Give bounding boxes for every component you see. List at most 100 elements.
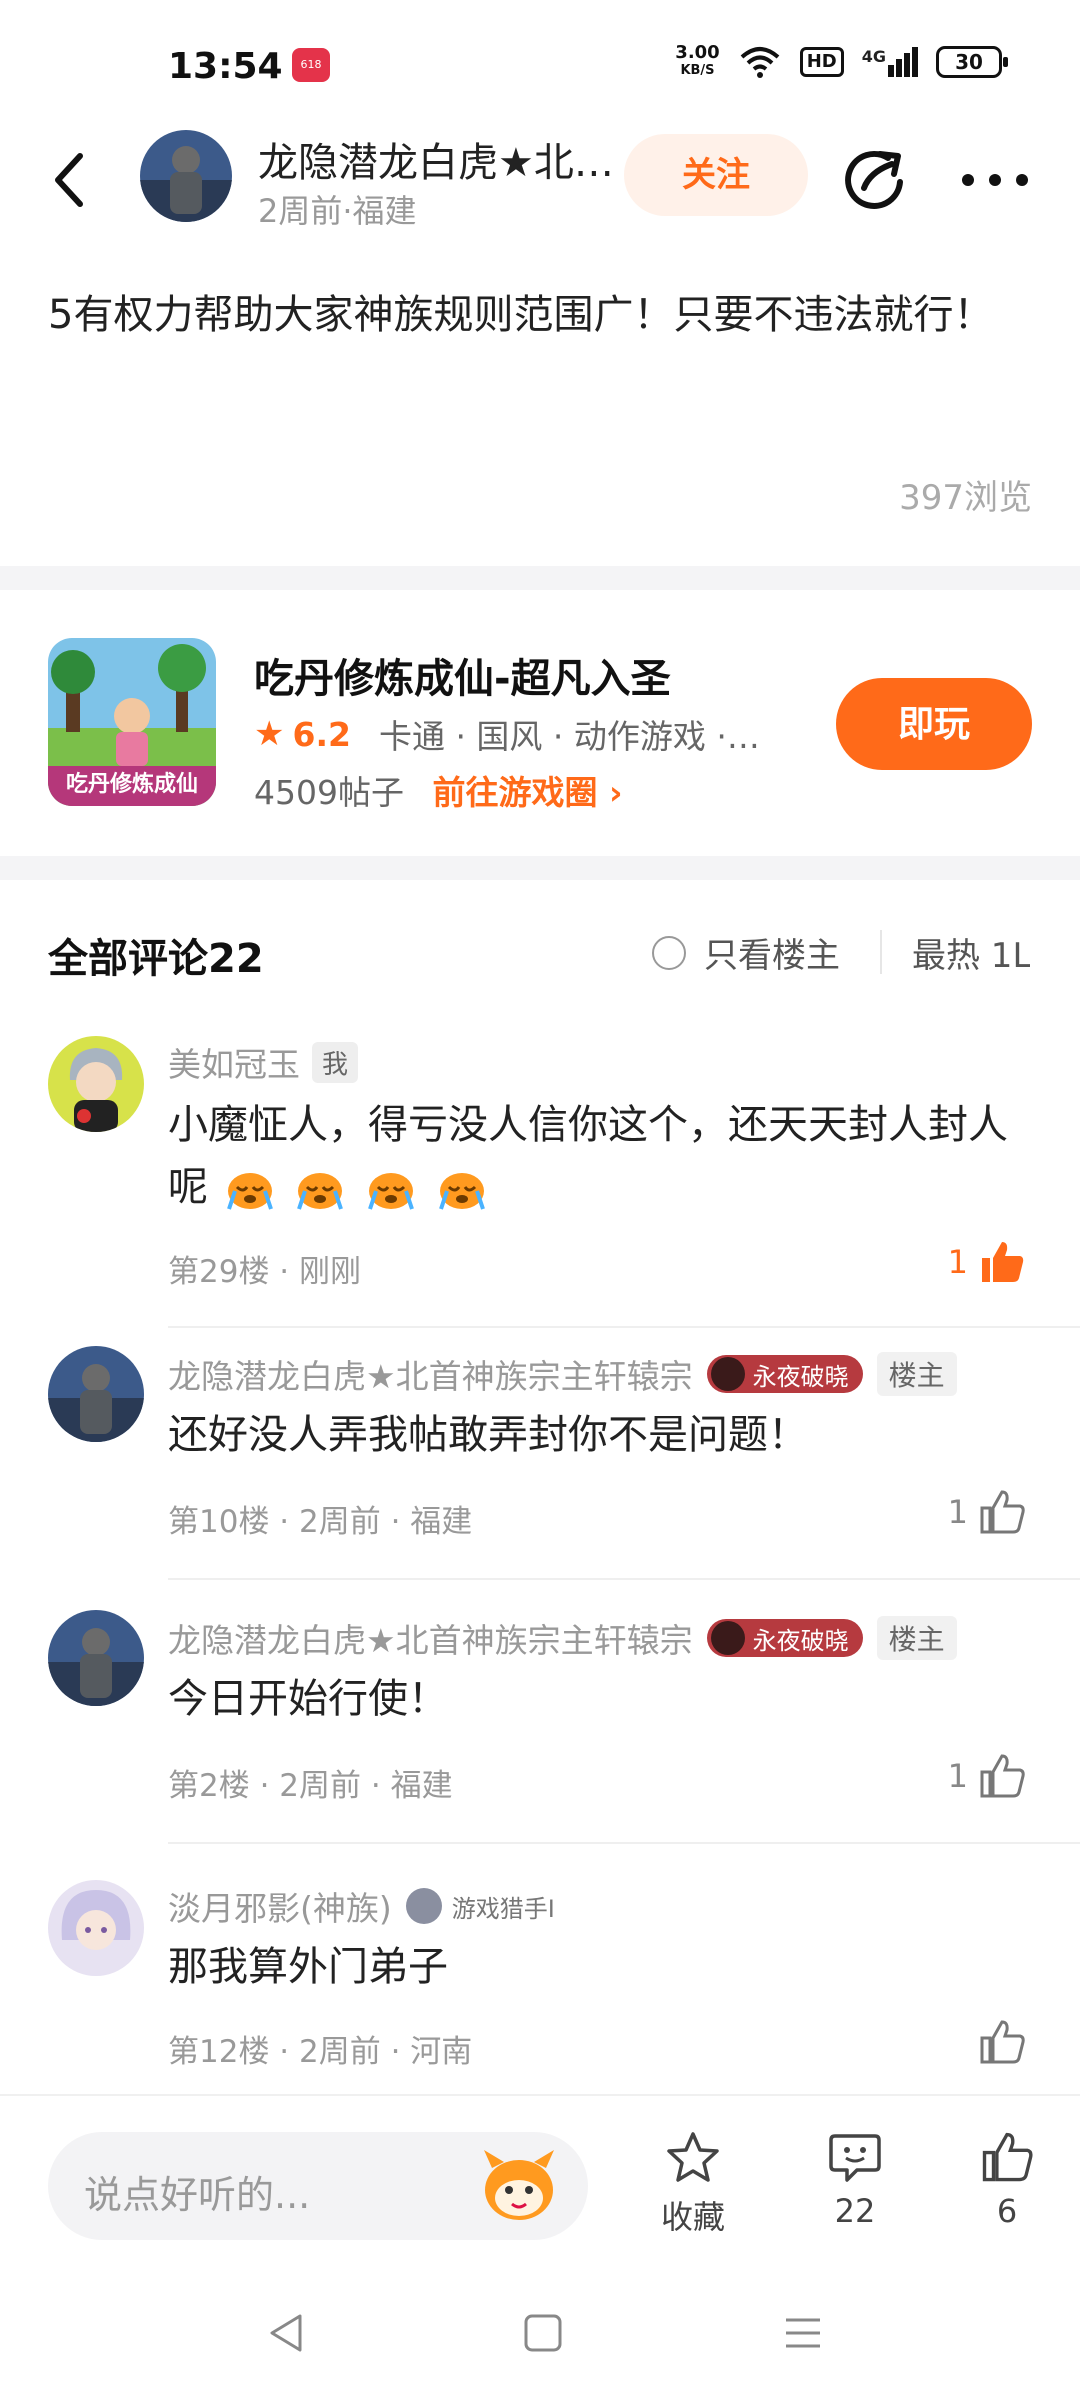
app-notification-icon: 618 bbox=[292, 48, 330, 82]
comment-count-button[interactable]: 22 bbox=[800, 2130, 910, 2230]
rank-emblem-icon bbox=[405, 1888, 442, 1924]
commenter-name[interactable]: 龙隐潜龙白虎★北首神族宗主轩辕宗 bbox=[168, 1614, 693, 1662]
status-time: 13:54 bbox=[168, 46, 283, 87]
comment-text: 那我算外门弟子 bbox=[168, 1944, 448, 1990]
nav-back-icon[interactable] bbox=[262, 2308, 312, 2358]
comment-item: 龙隐潜龙白虎★北首神族宗主轩辕宗 永夜破晓 楼主 今日开始行使！ 第2楼 · 2… bbox=[0, 1592, 1080, 1844]
share-icon[interactable] bbox=[842, 148, 908, 210]
commenter-name[interactable]: 龙隐潜龙白虎★北首神族宗主轩辕宗 bbox=[168, 1350, 693, 1398]
comment-item: 龙隐潜龙白虎★北首神族宗主轩辕宗 永夜破晓 楼主 还好没人弄我帖敢弄封你不是问题… bbox=[0, 1328, 1080, 1580]
chevron-right-icon: › bbox=[608, 773, 623, 812]
nav-menu-icon[interactable] bbox=[778, 2308, 828, 2358]
network-speed: 3.00 KB/S bbox=[675, 44, 719, 80]
author-name[interactable]: 龙隐潜龙白虎★北… bbox=[258, 130, 614, 188]
only-op-label: 只看楼主 bbox=[704, 936, 840, 976]
network-speed-value: 3.00 bbox=[675, 42, 720, 63]
comment-text: 小魔怔人，得亏没人信你这个，还天天封人封人呢 bbox=[168, 1094, 1028, 1218]
comment-like-button[interactable]: 1 bbox=[948, 1238, 1026, 1286]
comment-like-count: 1 bbox=[947, 1493, 968, 1531]
star-icon: ★ bbox=[254, 714, 285, 754]
game-icon[interactable]: 吃丹修炼成仙 bbox=[48, 638, 216, 806]
thumbs-up-icon bbox=[980, 1490, 1025, 1534]
status-bar: 13:54 618 3.00 KB/S HD 4G 30 bbox=[0, 0, 1080, 130]
system-nav-bar bbox=[0, 2264, 1080, 2400]
play-button[interactable]: 即玩 bbox=[836, 678, 1032, 770]
battery-icon: 30 bbox=[936, 46, 1008, 78]
commenter-name[interactable]: 淡月邪影(神族) bbox=[168, 1882, 392, 1930]
status-indicators: 3.00 KB/S HD 4G 30 bbox=[675, 44, 1008, 80]
comment-input-placeholder: 说点好听的... bbox=[84, 2173, 311, 2217]
back-icon[interactable] bbox=[44, 150, 96, 210]
comment-text: 还好没人弄我帖敢弄封你不是问题！ bbox=[168, 1412, 808, 1458]
comment-like-count: 1 bbox=[947, 1757, 968, 1795]
game-rating-row: ★ 6.2 卡通 · 国风 · 动作游戏 · … bbox=[254, 710, 769, 758]
commenter-avatar[interactable] bbox=[48, 1610, 144, 1706]
title-badge-label: 永夜破晓 bbox=[752, 1626, 849, 1655]
like-count: 6 bbox=[996, 2192, 1018, 2230]
mascot-emoji-icon[interactable] bbox=[474, 2146, 564, 2226]
like-button[interactable]: 6 bbox=[952, 2130, 1062, 2230]
title-emblem-icon bbox=[710, 1357, 745, 1391]
separator bbox=[880, 930, 882, 974]
game-tags: 卡通 · 国风 · 动作游戏 · … bbox=[378, 717, 769, 756]
crying-emoji-icon bbox=[438, 1173, 485, 1210]
thumbs-up-filled-icon bbox=[982, 1242, 1024, 1282]
author-meta: 2周前·福建 bbox=[258, 192, 417, 230]
commenter-avatar[interactable] bbox=[48, 1346, 144, 1442]
comment-meta: 第2楼 · 2周前 · 福建 bbox=[168, 1768, 453, 1804]
op-badge: 楼主 bbox=[876, 1616, 957, 1660]
title-badge: 永夜破晓 bbox=[706, 1355, 863, 1393]
title-badge: 永夜破晓 bbox=[706, 1619, 863, 1657]
commenter-name-row: 淡月邪影(神族) 游戏猎手I bbox=[168, 1882, 555, 1930]
game-title[interactable]: 吃丹修炼成仙-超凡入圣 bbox=[254, 646, 671, 704]
more-icon[interactable] bbox=[960, 170, 1030, 190]
follow-button[interactable]: 关注 bbox=[624, 134, 808, 216]
game-card[interactable]: 吃丹修炼成仙 吃丹修炼成仙-超凡入圣 ★ 6.2 卡通 · 国风 · 动作游戏 … bbox=[0, 590, 1080, 880]
comment-like-button[interactable] bbox=[968, 2018, 1026, 2066]
section-divider bbox=[0, 856, 1080, 880]
comments-header: 全部评论22 只看楼主 最热 1L bbox=[0, 900, 1080, 1000]
author-avatar[interactable] bbox=[140, 130, 232, 222]
op-badge: 楼主 bbox=[876, 1352, 957, 1396]
comment-item: 淡月邪影(神族) 游戏猎手I 那我算外门弟子 第12楼 · 2周前 · 河南 bbox=[0, 1856, 1080, 2086]
comment-divider bbox=[168, 1842, 1080, 1844]
comment-input[interactable]: 说点好听的... bbox=[48, 2132, 588, 2240]
title-badge-label: 永夜破晓 bbox=[752, 1362, 849, 1391]
collect-label: 收藏 bbox=[660, 2198, 725, 2236]
radio-icon[interactable] bbox=[652, 935, 686, 970]
commenter-name-row: 龙隐潜龙白虎★北首神族宗主轩辕宗 永夜破晓 楼主 bbox=[168, 1614, 957, 1662]
title-emblem-icon bbox=[710, 1621, 745, 1655]
nav-home-icon[interactable] bbox=[518, 2308, 568, 2358]
comment-like-button[interactable]: 1 bbox=[948, 1488, 1026, 1536]
comment-meta: 第12楼 · 2周前 · 河南 bbox=[168, 2034, 473, 2070]
only-op-toggle[interactable]: 只看楼主 bbox=[652, 928, 840, 977]
crying-emoji-icon bbox=[297, 1173, 344, 1210]
commenter-avatar[interactable] bbox=[48, 1880, 144, 1976]
sort-hot-tab[interactable]: 最热 1L bbox=[912, 928, 1030, 977]
rank-badge-label: 游戏猎手I bbox=[451, 1894, 555, 1923]
comment-like-count: 1 bbox=[947, 1243, 968, 1281]
game-circle-link-label: 前往游戏圈 bbox=[432, 773, 598, 812]
commenter-avatar[interactable] bbox=[48, 1036, 144, 1132]
commenter-name[interactable]: 美如冠玉 bbox=[168, 1038, 300, 1086]
game-circle-link[interactable]: 前往游戏圈 › bbox=[432, 773, 622, 812]
game-icon-text: 吃丹修炼成仙 bbox=[65, 772, 198, 797]
thumbs-up-icon bbox=[980, 1754, 1025, 1798]
crying-emoji-icon bbox=[368, 1173, 415, 1210]
star-icon bbox=[667, 2132, 719, 2182]
crying-emoji-icon bbox=[226, 1173, 273, 1210]
view-count: 397浏览 bbox=[899, 478, 1032, 518]
game-score: 6.2 bbox=[292, 714, 351, 754]
game-post-count: 4509帖子 bbox=[254, 773, 404, 812]
comment-like-button[interactable]: 1 bbox=[948, 1752, 1026, 1800]
hd-icon: HD bbox=[799, 47, 844, 77]
post-header: 龙隐潜龙白虎★北… 2周前·福建 关注 bbox=[0, 120, 1080, 240]
wifi-icon bbox=[740, 47, 780, 78]
collect-button[interactable]: 收藏 bbox=[638, 2130, 748, 2238]
thumbs-up-icon bbox=[982, 2132, 1033, 2182]
thumbs-up-icon bbox=[980, 2020, 1025, 2064]
rank-badge: 游戏猎手I bbox=[405, 1888, 555, 1924]
post-body: 5有权力帮助大家神族规则范围广！只要不违法就行！ bbox=[48, 292, 994, 338]
comment-meta: 第29楼 · 刚刚 bbox=[168, 1254, 362, 1290]
signal-icon: 4G bbox=[862, 47, 918, 77]
